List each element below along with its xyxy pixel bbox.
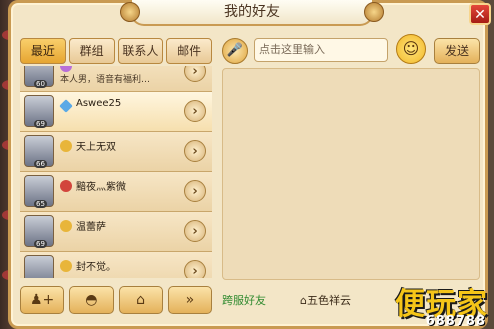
- friend-signature: 本人男，语音有福利…: [60, 75, 151, 85]
- friend-name: …: [76, 66, 86, 69]
- smiley-icon: ☺: [402, 39, 420, 58]
- microphone-icon: 🎤: [226, 43, 244, 58]
- friend-name: 封不觉。: [76, 262, 116, 273]
- coin-badge-icon: [60, 260, 72, 272]
- close-button[interactable]: ✕: [469, 3, 491, 25]
- chevron-right-icon[interactable]: ›: [184, 180, 206, 202]
- friend-list[interactable]: 60 … 本人男，语音有福利… › 69 Aswee25 › 66 天上无双 ›…: [20, 66, 212, 278]
- chevron-right-icon[interactable]: ›: [184, 140, 206, 162]
- list-item[interactable]: 65 黯夜灬紫微 ›: [20, 172, 212, 212]
- home-icon: ⌂: [136, 292, 146, 308]
- server-name: ⌂五色祥云: [300, 292, 351, 308]
- title-bar: 我的好友: [120, 0, 384, 26]
- fast-forward-button[interactable]: »: [167, 286, 212, 314]
- friend-name: 温蕾萨: [76, 222, 106, 233]
- coin-badge-icon: [60, 140, 72, 152]
- watermark-logo: 便玩家 688788: [364, 279, 492, 329]
- level-badge: 65: [34, 200, 47, 208]
- add-friend-icon: ♟+: [29, 292, 55, 308]
- fast-forward-icon: »: [185, 292, 195, 308]
- tab-bar: 最近 群组 联系人 邮件: [20, 38, 212, 64]
- shoe-icon: ◓: [85, 292, 98, 308]
- title-knob-right: [364, 2, 384, 22]
- tab-groups[interactable]: 群组: [68, 38, 115, 64]
- avatar: 60: [24, 66, 54, 88]
- avatar: 65: [24, 175, 54, 208]
- house-icon: ⌂: [300, 294, 307, 307]
- friend-name: Aswee25: [76, 98, 122, 109]
- friend-name: 黯夜灬紫微: [76, 182, 126, 193]
- bottom-toolbar: ♟+ ◓ ⌂ »: [20, 286, 212, 314]
- tab-mail[interactable]: 邮件: [166, 38, 212, 64]
- chevron-right-icon[interactable]: ›: [184, 66, 206, 82]
- tab-recent[interactable]: 最近: [20, 38, 66, 64]
- title-knob-left: [120, 2, 140, 22]
- cross-server-friends-link[interactable]: 跨服好友: [222, 292, 266, 308]
- list-item[interactable]: 66 天上无双 ›: [20, 132, 212, 172]
- home-button[interactable]: ⌂: [118, 286, 163, 314]
- avatar: 66: [24, 135, 54, 168]
- microphone-button[interactable]: 🎤: [222, 38, 248, 64]
- avatar: 69: [24, 255, 54, 278]
- add-friend-button[interactable]: ♟+: [20, 286, 65, 314]
- friend-name: 天上无双: [76, 142, 116, 153]
- chat-input[interactable]: 点击这里输入: [254, 38, 388, 62]
- level-badge: 69: [34, 240, 47, 248]
- chevron-right-icon[interactable]: ›: [184, 100, 206, 122]
- tab-contacts[interactable]: 联系人: [117, 38, 164, 64]
- avatar: 69: [24, 215, 54, 248]
- level-badge: 60: [34, 80, 47, 88]
- server-name-label: 五色祥云: [306, 294, 351, 307]
- emoji-button[interactable]: ☺: [396, 34, 426, 64]
- coin-badge-icon: [60, 220, 72, 232]
- chevron-right-icon[interactable]: ›: [184, 220, 206, 242]
- list-item[interactable]: 69 Aswee25 ›: [20, 92, 212, 132]
- shoe-button[interactable]: ◓: [69, 286, 114, 314]
- chevron-right-icon[interactable]: ›: [184, 260, 206, 278]
- avatar: 69: [24, 95, 54, 128]
- watermark-number: 688788: [425, 314, 486, 329]
- list-item[interactable]: 69 温蕾萨 ›: [20, 212, 212, 252]
- chat-message-area[interactable]: [222, 68, 480, 280]
- window-title: 我的好友: [224, 4, 280, 20]
- list-item[interactable]: 69 封不觉。 ›: [20, 252, 212, 278]
- flower-badge-icon: [60, 180, 72, 192]
- diamond-badge-icon: [59, 99, 73, 113]
- level-badge: 69: [34, 120, 47, 128]
- list-item[interactable]: 60 … 本人男，语音有福利… ›: [20, 66, 212, 92]
- send-button[interactable]: 发送: [434, 38, 480, 64]
- level-badge: 66: [34, 160, 47, 168]
